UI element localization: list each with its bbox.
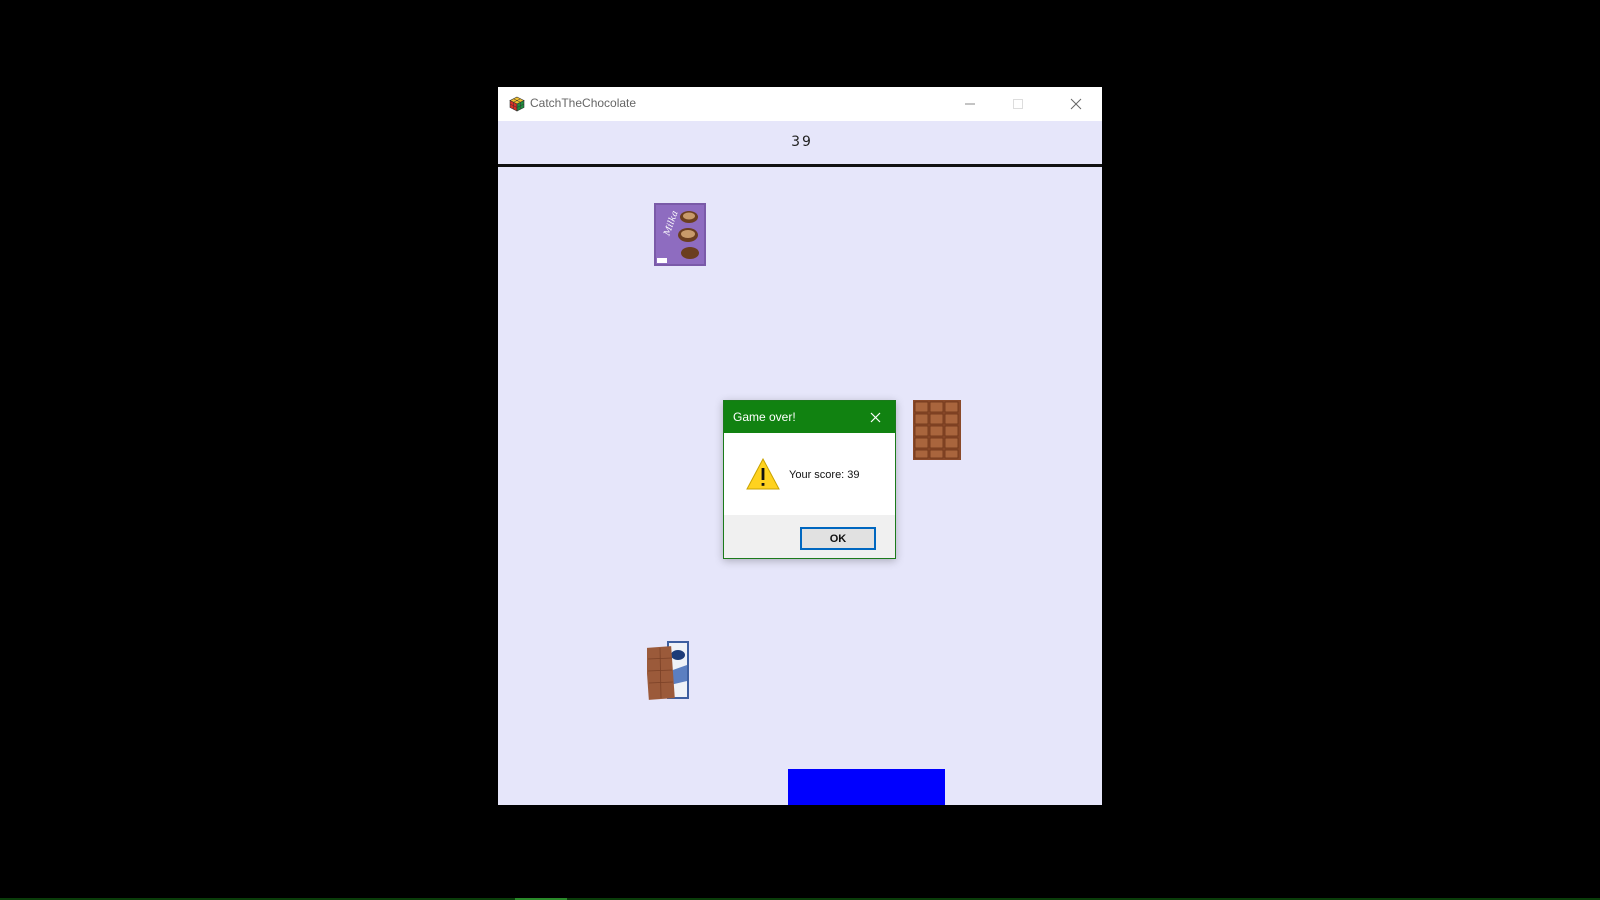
window-title: CatchTheChocolate [530,96,637,110]
close-icon [870,412,880,422]
minimize-icon [965,103,975,105]
dialog-titlebar: Game over! [724,401,895,433]
close-icon [1070,98,1082,110]
maximize-icon [1013,99,1023,109]
maximize-button[interactable] [994,87,1042,121]
ok-button[interactable]: OK [800,527,876,550]
chocolate-bar-item [913,400,961,460]
minimize-button[interactable] [946,87,994,121]
score-bar: 39 [498,121,1102,167]
rubiks-cube-icon [509,96,525,112]
dialog-title: Game over! [733,410,796,424]
score-display: 39 [791,134,813,150]
game-over-dialog: Game over! Your score: 39 OK [723,400,896,559]
window-titlebar: CatchTheChocolate [498,87,1102,121]
dialog-footer: OK [724,515,895,558]
dialog-close-button[interactable] [866,408,884,426]
milka-box-item: Milka [654,203,706,266]
dialog-message: Your score: 39 [789,469,860,481]
lindt-bar-item [647,641,689,700]
warning-icon [746,458,780,490]
close-button[interactable] [1050,87,1102,121]
player-paddle[interactable] [788,769,945,805]
